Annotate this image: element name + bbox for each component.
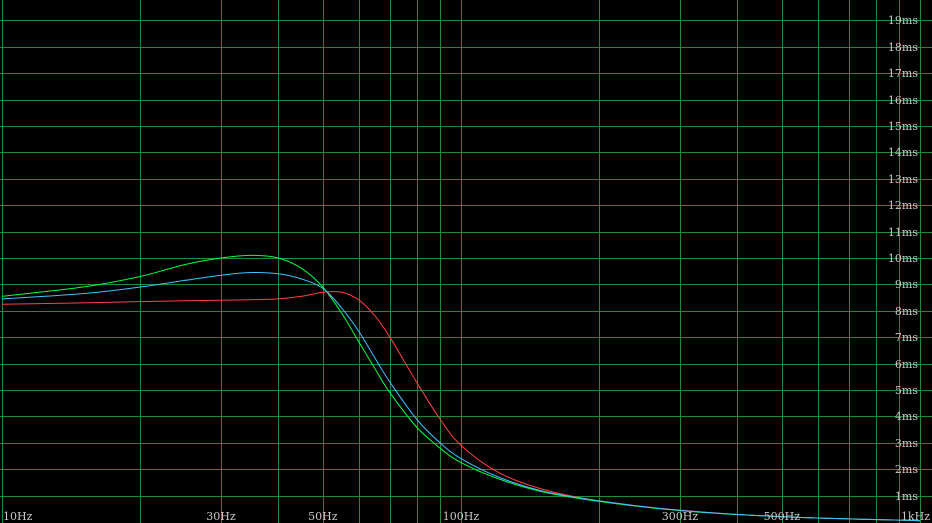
x-tick-label: 1kHz bbox=[901, 510, 930, 523]
y-tick-label: 2ms bbox=[895, 463, 918, 476]
plot-background bbox=[0, 0, 932, 523]
x-tick-label: 100Hz bbox=[443, 510, 480, 523]
y-tick-label: 11ms bbox=[888, 226, 918, 239]
timing-chart: 1ms 2ms 3ms 4ms 5ms 6ms 7ms 8ms 9ms 10ms 11ms 12ms 1… bbox=[0, 0, 932, 523]
y-tick-label: 17ms bbox=[888, 67, 918, 80]
y-tick-label: 12ms bbox=[888, 199, 918, 212]
y-tick-label: 19ms bbox=[888, 14, 918, 27]
y-tick-label: 15ms bbox=[888, 120, 918, 133]
y-tick-label: 7ms bbox=[895, 331, 918, 344]
y-tick-label: 13ms bbox=[888, 173, 918, 186]
y-tick-label: 10ms bbox=[888, 252, 918, 265]
y-tick-label: 8ms bbox=[895, 305, 918, 318]
y-tick-label: 3ms bbox=[895, 437, 918, 450]
y-tick-label: 14ms bbox=[888, 146, 918, 159]
y-tick-label: 18ms bbox=[888, 41, 918, 54]
x-tick-label: 30Hz bbox=[206, 510, 236, 523]
y-tick-label: 16ms bbox=[888, 94, 918, 107]
x-tick-label: 50Hz bbox=[308, 510, 338, 523]
x-tick-label: 10Hz bbox=[3, 510, 33, 523]
y-tick-label: 5ms bbox=[895, 384, 918, 397]
y-tick-label: 9ms bbox=[895, 278, 918, 291]
y-tick-label: 1ms bbox=[895, 490, 918, 503]
x-tick-label: 300Hz bbox=[662, 510, 699, 523]
y-tick-label: 6ms bbox=[895, 358, 918, 371]
x-tick-label: 500Hz bbox=[764, 510, 801, 523]
y-tick-label: 4ms bbox=[895, 410, 918, 423]
